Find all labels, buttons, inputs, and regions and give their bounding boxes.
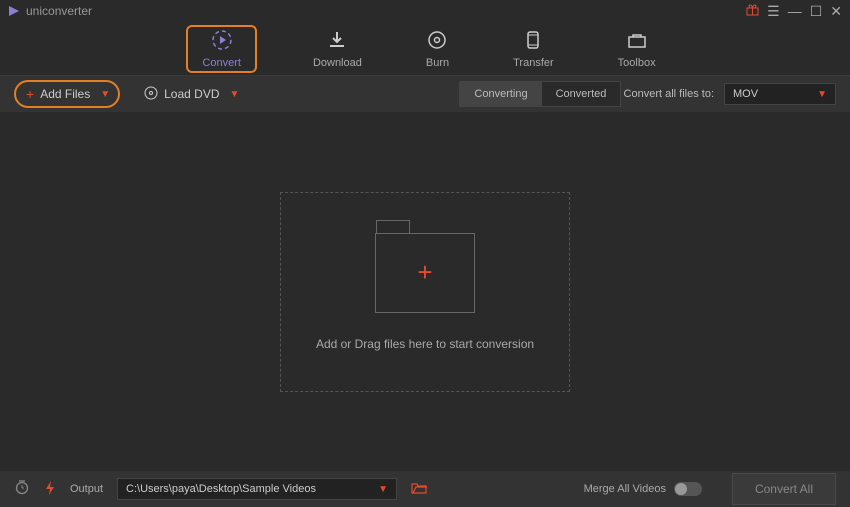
nav-tabs: Convert Download Burn Transfer Toolbox — [0, 22, 850, 76]
menu-icon[interactable]: ☰ — [767, 3, 780, 20]
format-value: MOV — [733, 88, 758, 100]
gift-icon[interactable] — [746, 3, 759, 19]
titlebar-controls: ☰ ― ☐ ✕ — [746, 3, 842, 20]
format-select[interactable]: MOV ▼ — [724, 83, 836, 105]
convert-all-button[interactable]: Convert All — [732, 473, 836, 505]
titlebar: uniconverter ☰ ― ☐ ✕ — [0, 0, 850, 22]
add-files-label: Add Files — [40, 87, 90, 101]
burn-icon — [426, 29, 448, 51]
folder-icon: + — [375, 233, 475, 313]
tab-download[interactable]: Download — [305, 25, 370, 73]
conversion-segments: Converting Converted — [459, 81, 621, 107]
convert-icon — [211, 29, 233, 51]
tab-label: Toolbox — [618, 57, 656, 69]
drop-zone[interactable]: + Add or Drag files here to start conver… — [280, 192, 570, 392]
chevron-down-icon: ▼ — [100, 89, 110, 100]
tab-burn[interactable]: Burn — [418, 25, 457, 73]
chevron-down-icon: ▼ — [378, 484, 388, 495]
output-path-value: C:\Users\paya\Desktop\Sample Videos — [126, 483, 316, 495]
chevron-down-icon: ▼ — [230, 89, 240, 100]
toolbar: + Add Files ▼ Load DVD ▼ Converting Conv… — [0, 76, 850, 112]
add-files-button[interactable]: + Add Files ▼ — [14, 80, 120, 108]
convert-all-label: Convert all files to: — [624, 88, 714, 100]
merge-label: Merge All Videos — [584, 483, 666, 495]
output-path-select[interactable]: C:\Users\paya\Desktop\Sample Videos ▼ — [117, 478, 397, 500]
clock-icon[interactable] — [14, 479, 30, 500]
segment-converting[interactable]: Converting — [460, 82, 541, 106]
app-logo-icon — [8, 5, 20, 17]
close-button[interactable]: ✕ — [830, 3, 842, 20]
drop-text: Add or Drag files here to start conversi… — [316, 337, 534, 351]
tab-toolbox[interactable]: Toolbox — [610, 25, 664, 73]
maximize-button[interactable]: ☐ — [810, 3, 823, 20]
disc-icon — [144, 86, 158, 103]
load-dvd-label: Load DVD — [164, 87, 219, 101]
tab-label: Convert — [202, 57, 241, 69]
main-area: + Add or Drag files here to start conver… — [0, 112, 850, 471]
tab-label: Transfer — [513, 57, 554, 69]
tab-transfer[interactable]: Transfer — [505, 25, 562, 73]
open-folder-icon[interactable] — [411, 481, 427, 498]
bottombar: Output C:\Users\paya\Desktop\Sample Vide… — [0, 471, 850, 507]
merge-videos: Merge All Videos — [584, 482, 702, 496]
load-dvd-button[interactable]: Load DVD ▼ — [144, 86, 239, 103]
transfer-icon — [522, 29, 544, 51]
plus-icon: + — [417, 257, 432, 288]
tab-label: Download — [313, 57, 362, 69]
tab-label: Burn — [426, 57, 449, 69]
minimize-button[interactable]: ― — [788, 3, 802, 19]
output-label: Output — [70, 483, 103, 495]
toolbox-icon — [626, 29, 648, 51]
download-icon — [326, 29, 348, 51]
titlebar-left: uniconverter — [8, 4, 92, 18]
convert-all-format: Convert all files to: MOV ▼ — [624, 83, 836, 105]
app-title: uniconverter — [26, 4, 92, 18]
segment-converted[interactable]: Converted — [542, 82, 621, 106]
merge-toggle[interactable] — [674, 482, 702, 496]
plus-icon: + — [26, 86, 34, 102]
bolt-icon[interactable] — [44, 480, 56, 499]
tab-convert[interactable]: Convert — [186, 25, 257, 73]
chevron-down-icon: ▼ — [817, 89, 827, 100]
